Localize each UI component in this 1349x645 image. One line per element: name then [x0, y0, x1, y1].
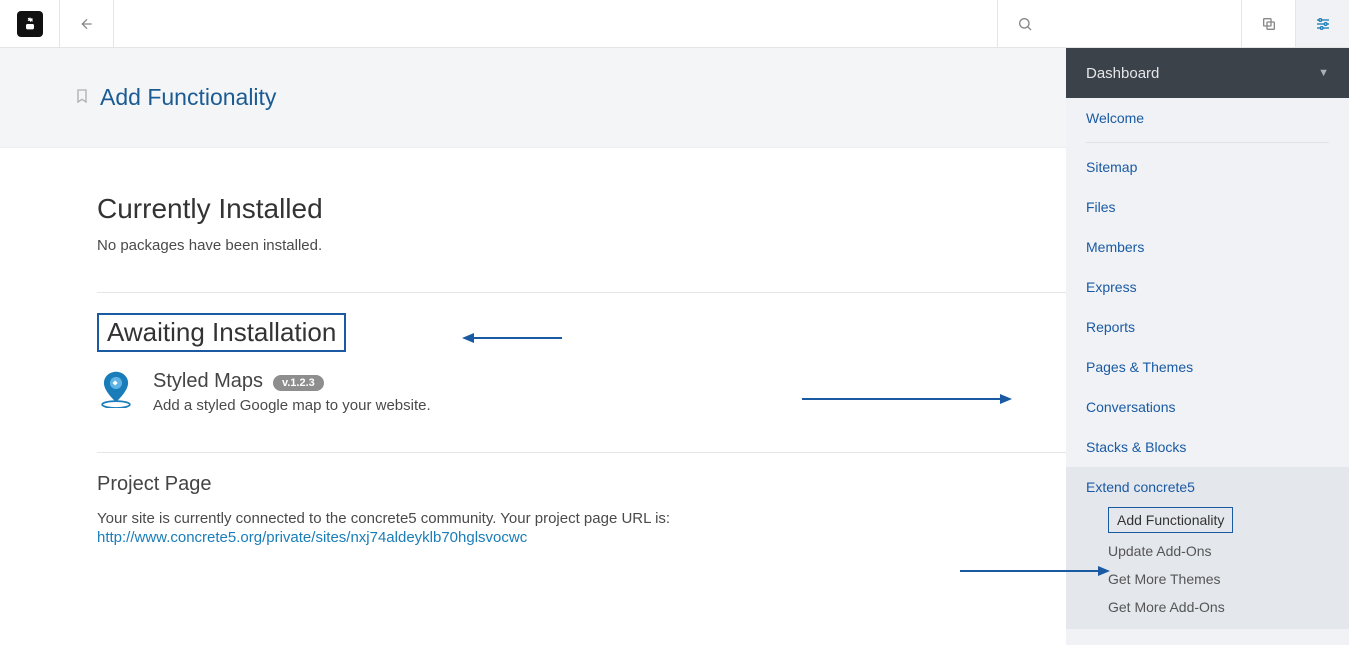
settings-sliders-button[interactable] — [1295, 0, 1349, 47]
top-toolbar — [0, 0, 1349, 48]
awaiting-heading-highlight: Awaiting Installation — [97, 313, 346, 352]
annotation-arrow-icon — [960, 564, 1110, 578]
awaiting-installation-heading: Awaiting Installation — [107, 317, 336, 348]
sidebar-subitem-add-functionality[interactable]: Add Functionality — [1108, 507, 1233, 533]
sidebar-item-members[interactable]: Members — [1066, 227, 1349, 267]
search-icon — [1017, 16, 1033, 32]
caret-down-icon: ▼ — [1318, 67, 1329, 79]
sidebar-item-extend[interactable]: Extend concrete5 — [1066, 467, 1349, 503]
annotation-arrow-icon — [802, 392, 1012, 406]
sidebar-extend-group: Extend concrete5 Add Functionality Updat… — [1066, 467, 1349, 629]
package-description: Add a styled Google map to your website. — [153, 397, 1198, 414]
sidebar-item-welcome[interactable]: Welcome — [1066, 98, 1349, 138]
copy-button[interactable] — [1241, 0, 1295, 47]
sidebar-header[interactable]: Dashboard ▼ — [1066, 48, 1349, 98]
sidebar-item-files[interactable]: Files — [1066, 187, 1349, 227]
package-version-badge: v.1.2.3 — [273, 375, 324, 391]
annotation-arrow-icon — [462, 331, 562, 345]
sidebar-item-stacks-blocks[interactable]: Stacks & Blocks — [1066, 427, 1349, 467]
dashboard-sidebar: Dashboard ▼ Welcome Sitemap Files Member… — [1066, 48, 1349, 645]
sidebar-subitem-get-addons[interactable]: Get More Add-Ons — [1066, 593, 1349, 621]
search-button[interactable] — [997, 0, 1051, 47]
sidebar-item-conversations[interactable]: Conversations — [1066, 387, 1349, 427]
package-name: Styled Maps — [153, 370, 263, 393]
sliders-icon — [1315, 16, 1331, 32]
sidebar-subitem-update-addons[interactable]: Update Add-Ons — [1066, 537, 1349, 565]
logo-button[interactable] — [0, 0, 60, 47]
divider — [1086, 142, 1329, 143]
back-button[interactable] — [60, 0, 114, 47]
sidebar-item-reports[interactable]: Reports — [1066, 307, 1349, 347]
project-url-link[interactable]: http://www.concrete5.org/private/sites/n… — [97, 529, 527, 546]
page-title: Add Functionality — [100, 84, 276, 111]
concrete5-logo-icon — [17, 11, 43, 37]
copy-icon — [1261, 16, 1277, 32]
sidebar-item-pages-themes[interactable]: Pages & Themes — [1066, 347, 1349, 387]
sidebar-item-sitemap[interactable]: Sitemap — [1066, 147, 1349, 187]
sidebar-item-express[interactable]: Express — [1066, 267, 1349, 307]
dashboard-label: Dashboard — [1086, 65, 1159, 82]
arrow-left-icon — [79, 16, 95, 32]
bookmark-icon[interactable] — [74, 86, 90, 109]
map-pin-icon — [97, 370, 135, 408]
